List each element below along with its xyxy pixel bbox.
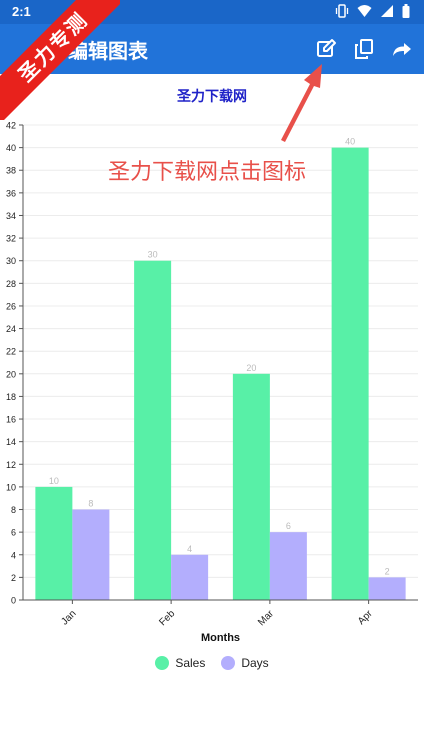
bar-days-apr	[368, 577, 406, 600]
y-tick-label: 36	[6, 188, 16, 198]
bar-sales-mar	[232, 373, 270, 600]
legend-item-sales[interactable]: Sales	[155, 656, 205, 670]
legend-label-days: Days	[241, 656, 269, 670]
y-tick-label: 20	[6, 369, 16, 379]
y-tick-label: 16	[6, 415, 16, 425]
data-label: 4	[187, 544, 192, 554]
y-tick-label: 8	[11, 505, 16, 515]
y-tick-label: 32	[6, 234, 16, 244]
y-tick-label: 42	[6, 121, 16, 131]
data-label: 30	[148, 250, 158, 260]
legend-label-sales: Sales	[175, 656, 206, 670]
y-tick-label: 30	[6, 256, 16, 266]
legend-swatch-days	[221, 656, 236, 670]
y-tick-label: 26	[6, 301, 16, 311]
x-tick-label: Feb	[157, 608, 177, 628]
data-label: 6	[286, 521, 291, 531]
data-label: 2	[385, 566, 390, 576]
x-axis-title: Months	[201, 632, 240, 644]
data-label: 10	[49, 476, 59, 486]
data-label: 40	[345, 137, 355, 147]
y-tick-label: 28	[6, 279, 16, 289]
bar-days-jan	[72, 509, 110, 600]
bar-days-mar	[269, 532, 307, 600]
data-label: 8	[88, 499, 93, 509]
legend-swatch-sales	[155, 656, 170, 670]
x-tick-label: Mar	[256, 608, 276, 628]
bar-days-feb	[171, 554, 209, 600]
overlay-text: 圣力下载网点击图标	[108, 160, 307, 185]
legend-item-days[interactable]: Days	[221, 656, 269, 670]
y-tick-label: 6	[11, 528, 16, 538]
bar-chart: 0246810121416182022242628303234363840421…	[6, 121, 418, 644]
x-tick-label: Jan	[59, 608, 78, 627]
bar-sales-feb	[134, 260, 172, 600]
y-tick-label: 2	[11, 573, 16, 583]
bar-sales-apr	[331, 147, 369, 600]
y-tick-label: 4	[11, 550, 16, 560]
y-tick-label: 14	[6, 437, 16, 447]
y-tick-label: 22	[6, 347, 16, 357]
x-tick-label: Apr	[356, 608, 375, 627]
y-tick-label: 18	[6, 392, 16, 402]
y-tick-label: 24	[6, 324, 16, 334]
y-tick-label: 12	[6, 460, 16, 470]
y-tick-label: 40	[6, 143, 16, 153]
y-tick-label: 10	[6, 482, 16, 492]
y-tick-label: 34	[6, 211, 16, 221]
data-label: 20	[246, 363, 256, 373]
y-tick-label: 0	[11, 596, 16, 606]
bar-sales-jan	[35, 486, 73, 600]
legend: Sales Days	[0, 656, 424, 670]
y-tick-label: 38	[6, 166, 16, 176]
